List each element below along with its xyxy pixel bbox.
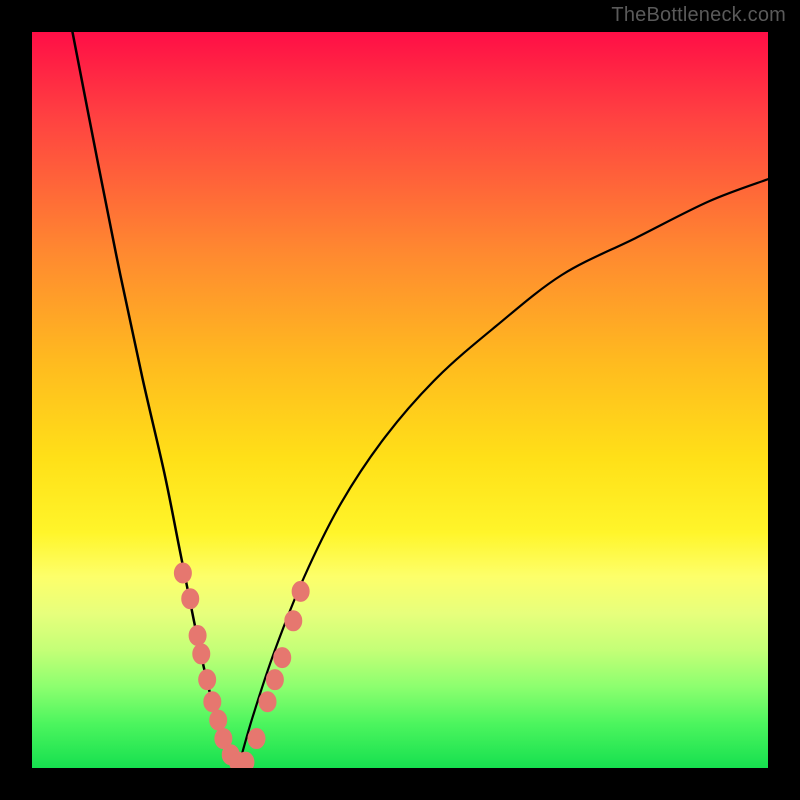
scatter-dot	[182, 589, 199, 609]
scatter-dot	[292, 581, 309, 601]
scatter-dot	[174, 563, 191, 583]
scatter-dot	[193, 644, 210, 664]
watermark-text: TheBottleneck.com	[611, 4, 786, 27]
scatter-dot	[266, 670, 283, 690]
plot-area	[32, 32, 768, 768]
scatter-dot	[189, 626, 206, 646]
curves-svg	[32, 32, 768, 768]
scatter-dot	[210, 710, 227, 730]
chart-frame: TheBottleneck.com	[0, 0, 800, 800]
scatter-dot	[259, 692, 276, 712]
scatter-dot	[285, 611, 302, 631]
scatter-dot	[204, 692, 221, 712]
scatter-dot	[237, 752, 254, 768]
scatter-dot	[248, 729, 265, 749]
scatter-group	[174, 563, 309, 768]
right-curve	[238, 179, 768, 768]
scatter-dot	[199, 670, 216, 690]
left-curve	[72, 32, 238, 768]
scatter-dot	[274, 648, 291, 668]
